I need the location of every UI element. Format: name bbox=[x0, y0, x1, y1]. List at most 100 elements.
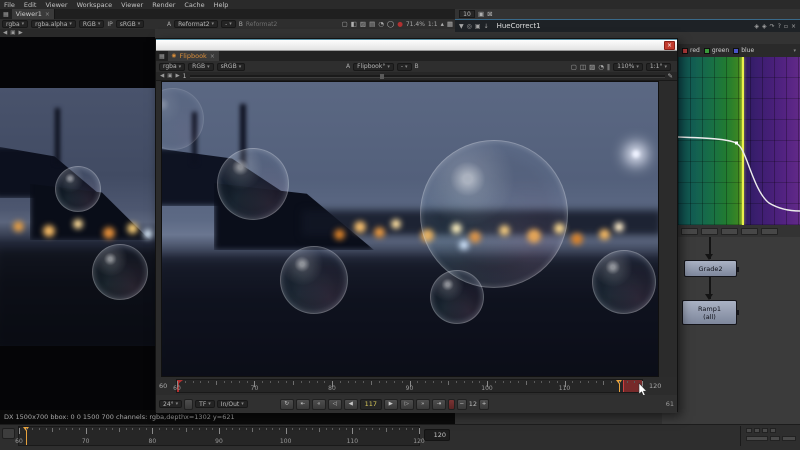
layer-dropdown[interactable]: rgba.alpha▾ bbox=[31, 20, 76, 28]
green-channel-button[interactable]: green bbox=[704, 47, 729, 54]
roi-icon[interactable]: ▢ bbox=[342, 20, 348, 28]
curve-handle[interactable] bbox=[735, 142, 738, 145]
huecorrect-curve-editor[interactable] bbox=[678, 57, 800, 225]
mini-slider[interactable] bbox=[746, 436, 768, 441]
pencil-icon[interactable]: ✎ bbox=[668, 72, 673, 80]
zoom-dropdown[interactable]: 110%▾ bbox=[613, 63, 643, 71]
mini-button[interactable] bbox=[754, 428, 760, 433]
mini-button[interactable] bbox=[746, 428, 752, 433]
flipbook-title-bar[interactable]: × bbox=[156, 39, 677, 51]
help-icon[interactable]: ? bbox=[778, 23, 781, 30]
caret-up-icon[interactable]: ▴ bbox=[441, 20, 444, 28]
checkerboard-icon[interactable]: ▨ bbox=[589, 63, 595, 71]
red-channel-button[interactable]: red bbox=[682, 47, 700, 54]
next-keyframe-button[interactable]: » bbox=[416, 399, 430, 410]
proxy-toggle-icon[interactable]: ◧ bbox=[351, 20, 357, 28]
node-ramp1[interactable]: Ramp1 (all) bbox=[682, 300, 737, 325]
prev-keyframe-button[interactable]: « bbox=[312, 399, 326, 410]
step-back-button[interactable]: ◁ bbox=[328, 399, 342, 410]
frame-lock-icon[interactable]: ▣ bbox=[167, 73, 172, 79]
expand-icon[interactable]: ⊠ bbox=[487, 10, 492, 18]
menu-help[interactable]: Help bbox=[214, 1, 229, 9]
pane-menu-icon[interactable]: ▦ bbox=[159, 53, 165, 60]
node-output-nub[interactable] bbox=[736, 267, 739, 272]
frame-lock-icon[interactable]: ▣ bbox=[10, 30, 15, 36]
increment-button[interactable]: + bbox=[479, 399, 489, 410]
play-backward-button[interactable]: ◀ bbox=[344, 399, 358, 410]
menu-cache[interactable]: Cache bbox=[184, 1, 204, 9]
float-icon[interactable]: ▫ bbox=[784, 23, 788, 30]
sync-button[interactable] bbox=[184, 399, 193, 410]
range-end-field[interactable]: 120 bbox=[424, 429, 450, 441]
play-forward-button[interactable]: ▶ bbox=[384, 399, 398, 410]
ab-blend-dropdown[interactable]: -▾ bbox=[397, 63, 412, 71]
properties-max-panels-field[interactable]: 10 bbox=[459, 10, 475, 18]
current-frame-field[interactable]: 117 bbox=[360, 399, 382, 410]
mini-button[interactable] bbox=[762, 428, 768, 433]
fps-dropdown[interactable]: 24°▾ bbox=[159, 400, 182, 408]
pause-icon[interactable]: ‖ bbox=[607, 63, 610, 71]
proxy-ratio[interactable]: 1:1 bbox=[428, 21, 438, 28]
goto-start-button[interactable]: ⇤ bbox=[296, 399, 310, 410]
close-icon[interactable]: × bbox=[45, 11, 50, 18]
frame-nav-slider[interactable] bbox=[190, 75, 665, 78]
menu-viewer2[interactable]: Viewer bbox=[121, 1, 143, 9]
huecorrect-panel-header[interactable]: ▼ ◎ ▣ ↓ HueCorrect1 ◈ ◈ ↷ ? ▫ × bbox=[455, 19, 800, 32]
blue-channel-button[interactable]: blue bbox=[733, 47, 754, 54]
node-graph[interactable]: Grade2 Ramp1 (all) bbox=[662, 237, 800, 424]
pause-red-icon[interactable]: ● bbox=[397, 20, 403, 28]
a-input-dropdown[interactable]: Reformat2▾ bbox=[174, 20, 218, 28]
next-frame-icon[interactable]: ▶ bbox=[18, 30, 22, 36]
gamma-icon[interactable]: ◔ bbox=[378, 20, 384, 28]
input-process-toggle[interactable]: IP bbox=[107, 21, 112, 28]
inout-dropdown[interactable]: In/Out▾ bbox=[217, 400, 248, 408]
display-channel-dropdown[interactable]: RGB▾ bbox=[188, 63, 213, 71]
node-grade2[interactable]: Grade2 bbox=[684, 260, 737, 277]
prev-frame-icon[interactable]: ◀ bbox=[160, 73, 164, 79]
decrement-button[interactable]: − bbox=[457, 399, 467, 410]
revert-icon[interactable]: ↷ bbox=[770, 23, 775, 30]
roi-icon[interactable]: ▢ bbox=[571, 63, 577, 71]
curve-button[interactable] bbox=[701, 228, 718, 235]
proxy-dropdown[interactable]: 1:1°▾ bbox=[646, 63, 671, 71]
float-panel-icon[interactable]: ▣ bbox=[475, 23, 481, 30]
menu-viewer[interactable]: Viewer bbox=[45, 1, 67, 9]
playback-mode-dropdown[interactable]: TF▾ bbox=[195, 400, 215, 408]
ab-blend-dropdown[interactable]: -▾ bbox=[221, 20, 236, 28]
mini-button[interactable] bbox=[770, 436, 780, 441]
prev-frame-icon[interactable]: ◀ bbox=[3, 30, 7, 36]
collapse-icon[interactable]: ↓ bbox=[484, 23, 489, 30]
wipe-icon[interactable]: ▤ bbox=[369, 20, 375, 28]
colorspace-dropdown[interactable]: sRGB▾ bbox=[116, 20, 145, 28]
mini-button[interactable] bbox=[782, 436, 796, 441]
menu-workspace[interactable]: Workspace bbox=[77, 1, 113, 9]
b-input-dropdown[interactable]: Reformat2 bbox=[246, 21, 277, 28]
a-input-dropdown[interactable]: Flipbook°▾ bbox=[353, 63, 394, 71]
frame-nav-value[interactable]: 1 bbox=[183, 73, 187, 80]
pin-icon[interactable]: ▣ bbox=[478, 10, 484, 18]
range-end-label[interactable]: 120 bbox=[649, 382, 661, 390]
node-color-icon[interactable]: ◈ bbox=[754, 23, 759, 30]
colorspace-dropdown[interactable]: sRGB▾ bbox=[217, 63, 246, 71]
window-close-button[interactable]: × bbox=[664, 41, 675, 50]
mini-button[interactable] bbox=[770, 428, 776, 433]
record-button[interactable] bbox=[448, 399, 455, 410]
step-value[interactable]: 12 bbox=[469, 400, 477, 408]
gain-icon[interactable]: ◯ bbox=[387, 20, 394, 28]
step-forward-button[interactable]: ▷ bbox=[400, 399, 414, 410]
range-start-label[interactable]: 60 bbox=[159, 382, 167, 390]
flipbook-timeline-ruler[interactable]: 60708090100110 bbox=[176, 379, 643, 393]
menu-render[interactable]: Render bbox=[152, 1, 175, 9]
menu-edit[interactable]: Edit bbox=[24, 1, 37, 9]
node-output-nub[interactable] bbox=[736, 310, 739, 315]
main-timeline-ruler[interactable]: 60708090100110120 bbox=[18, 426, 420, 446]
gamma-icon[interactable]: ◔ bbox=[598, 63, 604, 71]
display-channel-dropdown[interactable]: RGB▾ bbox=[79, 20, 104, 28]
checkerboard-icon[interactable]: ▨ bbox=[360, 20, 366, 28]
slider-handle[interactable] bbox=[380, 74, 384, 79]
wipe-icon[interactable]: ◫ bbox=[580, 63, 586, 71]
channels-dropdown[interactable]: rgba▾ bbox=[2, 20, 28, 28]
tab-viewer1[interactable]: Viewer1 × bbox=[12, 9, 55, 19]
minimize-icon[interactable]: ▼ bbox=[459, 23, 464, 30]
curve-button[interactable] bbox=[741, 228, 758, 235]
